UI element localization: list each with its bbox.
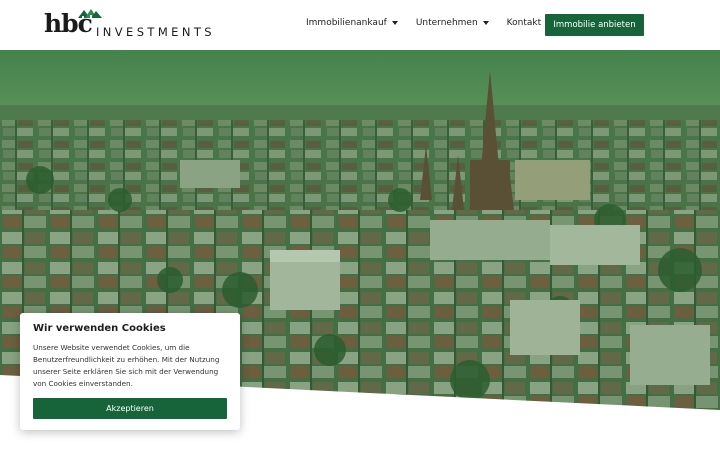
nav-item-unternehmen[interactable]: Unternehmen [416, 18, 489, 28]
offer-property-button[interactable]: Immobilie anbieten [545, 14, 644, 36]
nav-item-label: Unternehmen [415, 18, 478, 28]
chevron-down-icon [391, 21, 398, 25]
nav-item-label: Kontakt [506, 18, 542, 28]
cookie-banner-title: Wir verwenden Cookies [33, 323, 166, 334]
cookie-banner: Wir verwenden Cookies Unsere Website ver… [20, 313, 240, 430]
nav-item-kontakt[interactable]: Kontakt [507, 18, 541, 28]
logo-subtitle: INVESTMENTS [96, 25, 215, 39]
main-nav: Immobilienankauf Unternehmen Kontakt [306, 18, 541, 28]
nav-item-immobilienankauf[interactable]: Immobilienankauf [306, 18, 398, 28]
accept-cookies-button[interactable]: Akzeptieren [33, 398, 227, 419]
house-roofs-icon [78, 9, 102, 18]
nav-item-label: Immobilienankauf [306, 18, 387, 28]
chevron-down-icon [482, 21, 489, 25]
cookie-banner-text: Unsere Website verwendet Cookies, um die… [33, 343, 220, 388]
site-header: hbc INVESTMENTS Immobilienankauf Unterne… [0, 0, 720, 50]
logo[interactable]: hbc INVESTMENTS [44, 6, 219, 40]
